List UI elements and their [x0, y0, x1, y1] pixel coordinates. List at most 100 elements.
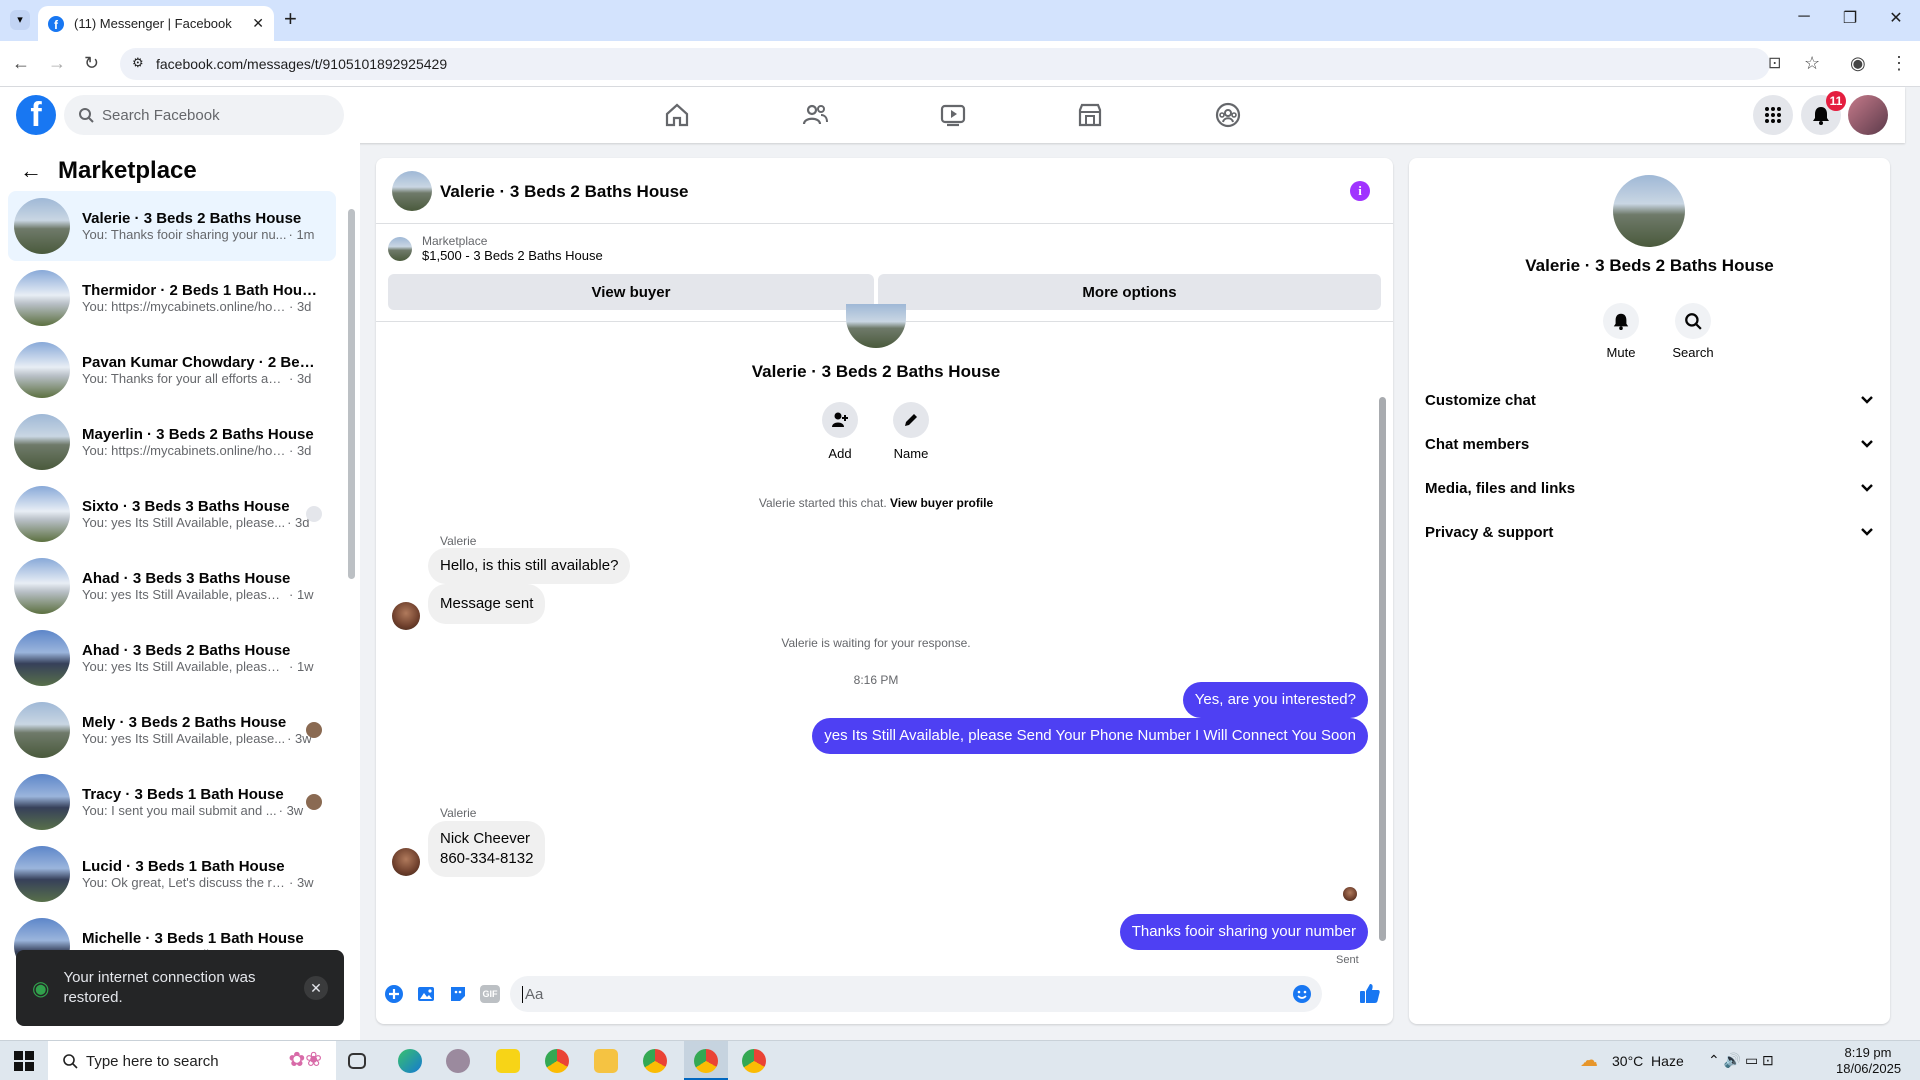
seen-avatar: [306, 794, 322, 810]
sticker-icon[interactable]: [448, 984, 468, 1004]
view-buyer-profile-link[interactable]: View buyer profile: [890, 496, 993, 510]
sidebar-scrollbar[interactable]: [348, 209, 355, 579]
conversation-text: Mayerlin · 3 Beds 2 Baths House You: http…: [82, 426, 318, 458]
new-tab-button[interactable]: +: [284, 6, 297, 32]
grid-icon: [1765, 107, 1781, 123]
chat-title[interactable]: Valerie · 3 Beds 2 Baths House: [440, 182, 689, 202]
conversation-name: Mely · 3 Beds 2 Baths House: [82, 714, 287, 731]
conversation-item[interactable]: Tracy · 3 Beds 1 Bath House You: I sent y…: [8, 767, 336, 837]
chevron-down-icon: [1861, 396, 1873, 404]
weather-text[interactable]: 30°C Haze: [1612, 1053, 1684, 1069]
chrome-icon[interactable]: [694, 1049, 718, 1073]
reload-icon[interactable]: ↻: [84, 53, 99, 74]
windows-start-icon[interactable]: [14, 1051, 34, 1071]
section-label: Chat members: [1425, 435, 1530, 453]
site-info-icon[interactable]: ⚙: [132, 55, 144, 71]
info-icon[interactable]: i: [1350, 181, 1370, 201]
marketplace-icon[interactable]: [1076, 101, 1104, 129]
outgoing-message[interactable]: yes Its Still Available, please Send You…: [812, 718, 1368, 754]
sender-avatar[interactable]: [392, 602, 420, 630]
marketplace-sidebar: ← Marketplace Valerie · 3 Beds 2 Baths H…: [0, 143, 360, 1040]
conversation-item[interactable]: Thermidor · 2 Beds 1 Bath House You: http…: [8, 263, 336, 333]
chat-avatar[interactable]: [392, 171, 432, 211]
seen-avatar: [306, 722, 322, 738]
chat-started-note: Valerie started this chat. View buyer pr…: [376, 496, 1376, 510]
search-chat-button[interactable]: Search: [1663, 303, 1723, 360]
conversation-snippet: You: Thanks fooir sharing your nu...: [82, 227, 287, 242]
app-icon[interactable]: [446, 1049, 470, 1073]
incoming-message[interactable]: Hello, is this still available?: [428, 548, 631, 584]
add-button[interactable]: [822, 402, 858, 438]
video-icon[interactable]: [939, 101, 967, 129]
sticky-notes-icon[interactable]: [496, 1049, 520, 1073]
photo-icon[interactable]: [416, 984, 436, 1004]
menu-dots-icon[interactable]: ⋮: [1890, 53, 1908, 74]
gif-icon[interactable]: GIF: [480, 985, 500, 1003]
incoming-message[interactable]: Message sent: [428, 584, 546, 624]
facebook-logo-icon[interactable]: f: [16, 95, 56, 135]
close-window-icon[interactable]: ✕: [1876, 8, 1916, 32]
more-options-button[interactable]: More options: [878, 274, 1381, 310]
chevron-down-icon: [1861, 528, 1873, 536]
like-icon[interactable]: [1359, 982, 1381, 1004]
tray-icons[interactable]: ⌃ 🔊 ▭ ⊡: [1708, 1052, 1774, 1069]
conversation-item[interactable]: Ahad · 3 Beds 3 Baths House You: yes Its …: [8, 551, 336, 621]
friends-icon[interactable]: [801, 101, 829, 129]
conversation-snippet: You: yes Its Still Available, please...: [82, 731, 286, 746]
close-tab-icon[interactable]: ✕: [252, 15, 264, 32]
plus-circle-icon[interactable]: [384, 984, 404, 1004]
profile-icon[interactable]: ◉: [1850, 53, 1866, 74]
back-icon[interactable]: ←: [12, 53, 30, 74]
tab-search-icon[interactable]: ▾: [10, 10, 30, 30]
conversation-snippet-row: You: yes Its Still Available, please... ·…: [82, 731, 318, 746]
menu-grid-button[interactable]: [1753, 95, 1793, 135]
sent-status: Sent: [1336, 954, 1359, 966]
install-icon[interactable]: ⊡: [1768, 53, 1781, 73]
chat-scrollbar[interactable]: [1379, 397, 1386, 941]
browser-tab[interactable]: f (11) Messenger | Facebook ✕: [38, 6, 274, 41]
details-section[interactable]: Privacy & support: [1425, 514, 1874, 550]
url-field[interactable]: ⚙ facebook.com/messages/t/91051018929254…: [120, 48, 1770, 80]
chrome-icon[interactable]: [643, 1049, 667, 1073]
forward-icon[interactable]: →: [48, 53, 66, 74]
file-explorer-icon[interactable]: [594, 1049, 618, 1073]
outgoing-message[interactable]: Yes, are you interested?: [1182, 682, 1368, 718]
weather-icon[interactable]: ☁: [1580, 1050, 1598, 1071]
minimize-icon[interactable]: ─: [1784, 8, 1824, 32]
back-arrow-icon[interactable]: ←: [20, 158, 42, 184]
groups-icon[interactable]: [1214, 101, 1242, 129]
conversation-item[interactable]: Lucid · 3 Beds 1 Bath House You: Ok great…: [8, 839, 336, 909]
conversation-item[interactable]: Sixto · 3 Beds 3 Baths House You: yes Its…: [8, 479, 336, 549]
message-input[interactable]: Aa: [510, 976, 1322, 1012]
view-buyer-button[interactable]: View buyer: [388, 274, 874, 310]
account-avatar[interactable]: [1848, 95, 1888, 135]
home-icon[interactable]: [663, 101, 691, 129]
edge-icon[interactable]: [398, 1049, 422, 1073]
conversation-item[interactable]: Ahad · 3 Beds 2 Baths House You: yes Its …: [8, 623, 336, 693]
name-button[interactable]: [893, 402, 929, 438]
facebook-search-input[interactable]: Search Facebook: [64, 95, 344, 135]
incoming-contact-message[interactable]: Nick Cheever 860-334-8132: [428, 821, 546, 877]
details-section[interactable]: Customize chat: [1425, 382, 1874, 418]
chrome-icon[interactable]: [742, 1049, 766, 1073]
task-view-icon[interactable]: [348, 1053, 366, 1069]
conversation-item[interactable]: Mayerlin · 3 Beds 2 Baths House You: http…: [8, 407, 336, 477]
details-section[interactable]: Chat members: [1425, 426, 1874, 462]
mute-button[interactable]: Mute: [1591, 303, 1651, 360]
taskbar-search[interactable]: Type here to search ✿❀: [48, 1041, 336, 1080]
sender-avatar[interactable]: [392, 848, 420, 876]
details-section[interactable]: Media, files and links: [1425, 470, 1874, 506]
conversation-name: Lucid · 3 Beds 1 Bath House: [82, 858, 285, 875]
details-avatar[interactable]: [1613, 175, 1685, 247]
conversation-item[interactable]: Mely · 3 Beds 2 Baths House You: yes Its …: [8, 695, 336, 765]
emoji-icon[interactable]: [1292, 984, 1312, 1004]
maximize-icon[interactable]: ❐: [1830, 8, 1870, 32]
conversation-item[interactable]: Pavan Kumar Chowdary · 2 Beds... You: Tha…: [8, 335, 336, 405]
chrome-icon[interactable]: [545, 1049, 569, 1073]
toast-close-button[interactable]: ✕: [304, 976, 328, 1000]
outgoing-message[interactable]: Thanks fooir sharing your number: [1119, 914, 1368, 950]
listing-thumbnail: [388, 236, 412, 261]
bookmark-star-icon[interactable]: ☆: [1804, 53, 1820, 74]
clock[interactable]: 8:19 pm 18/06/2025: [1836, 1045, 1901, 1077]
conversation-item[interactable]: Valerie · 3 Beds 2 Baths House You: Thank…: [8, 191, 336, 261]
